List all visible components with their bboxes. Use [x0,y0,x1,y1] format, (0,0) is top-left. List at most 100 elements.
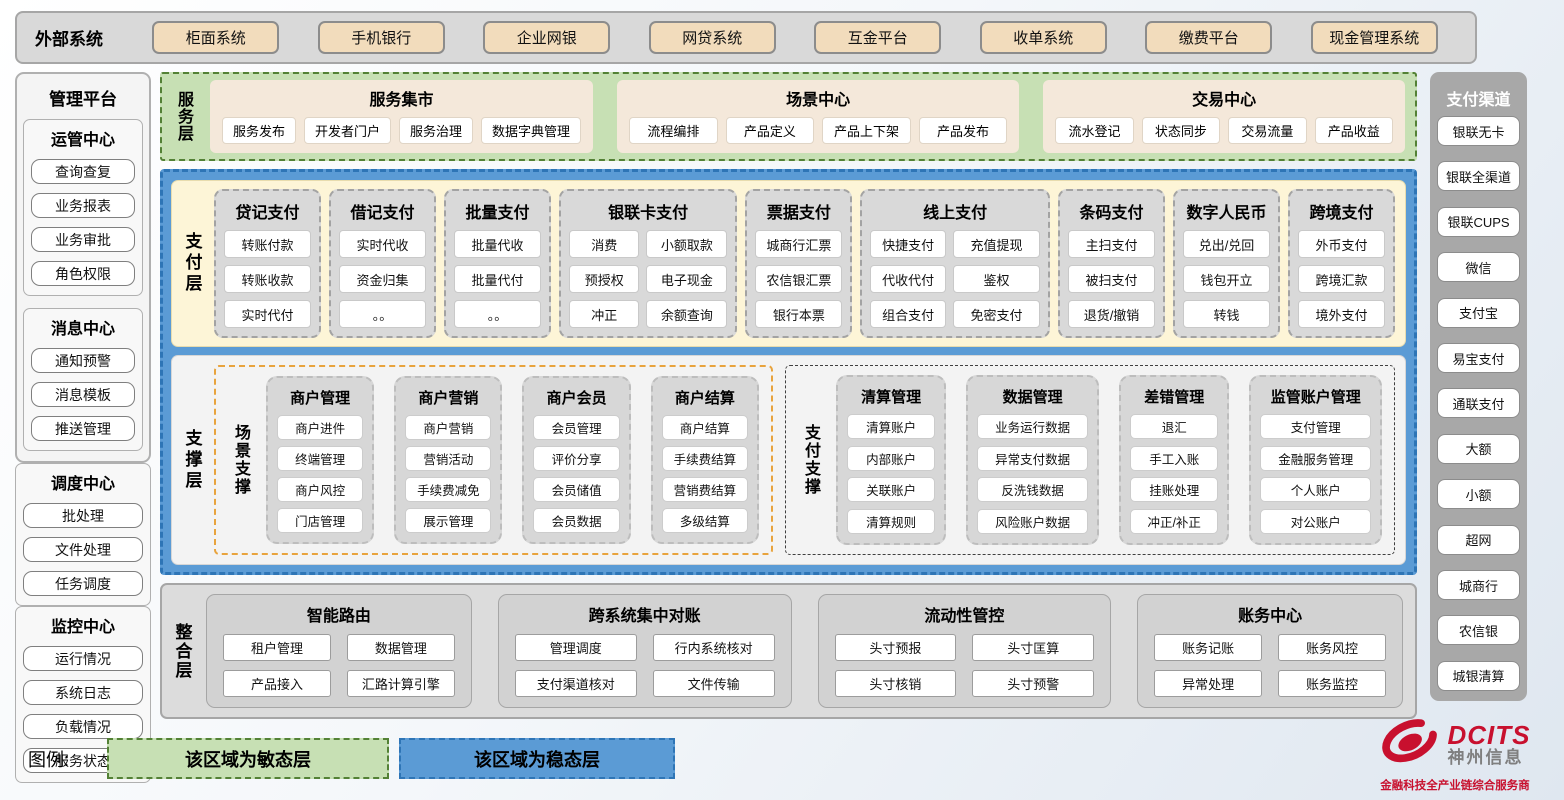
group-title: 场景中心 [629,84,1007,115]
group-accounting-center: 账务中心 账务记账账务风控异常处理账务监控 [1137,594,1403,708]
column-title: 票据支付 [755,197,842,230]
integration-item-box: 租户管理 [223,634,331,661]
integration-layer: 整合层 智能路由 租户管理数据管理产品接入汇路计算引擎 跨系统集中对账 管理调度… [160,583,1417,719]
payment-layer: 支付层 贷记支付 转账付款转账收款实时代付 借记支付 实时代收资金归集。。 批量… [171,180,1406,347]
payment-channels-title: 支付渠道 [1437,82,1520,116]
channel-box: 小额 [1437,479,1520,509]
management-item-box: 角色权限 [31,261,135,286]
support-item-box: 营销费结算 [662,477,748,502]
management-platform-title: 管理平台 [23,82,143,119]
column-items: 消费小额取款预授权电子现金冲正余额查询 [569,230,727,328]
support-item-box: 冲正/补正 [1130,509,1218,534]
service-item-box: 状态同步 [1142,117,1220,144]
payment-item-box: 批量代付 [454,265,541,293]
channel-box: 超网 [1437,525,1520,555]
service-item-box: 产品定义 [726,117,815,144]
column-title: 清算管理 [847,383,935,414]
column-items: 快捷支付充值提现代收代付鉴权组合支付免密支付 [870,230,1040,328]
stable-layer-container: 支付层 贷记支付 转账付款转账收款实时代付 借记支付 实时代收资金归集。。 批量… [160,169,1417,575]
group-items: 头寸预报头寸匡算头寸核销头寸预警 [835,634,1095,697]
column-clearing-management: 清算管理 清算账户内部账户关联账户清算规则 [836,375,946,545]
section-title: 运管中心 [31,126,135,150]
support-item-box: 关联账户 [847,477,935,502]
management-item-box: 通知预警 [31,348,135,373]
column-items: 支付管理金融服务管理个人账户对公账户 [1260,414,1371,534]
external-system-box: 企业网银 [483,21,610,54]
channel-box: 支付宝 [1437,298,1520,328]
support-item-box: 门店管理 [277,508,363,533]
payment-item-box: 资金归集 [339,265,426,293]
column-title: 商户结算 [662,384,748,415]
integration-item-box: 产品接入 [223,670,331,697]
group-title: 跨系统集中对账 [515,599,775,634]
management-item-box: 业务审批 [31,227,135,252]
column-items: 兑出/兑回钱包开立转钱 [1183,230,1270,328]
payment-item-box: 消费 [569,230,639,258]
column-items: 商户结算手续费结算营销费结算多级结算 [662,415,748,533]
column-title: 商户管理 [277,384,363,415]
external-system-box: 柜面系统 [152,21,279,54]
support-item-box: 会员数据 [533,508,619,533]
group-scene-center: 场景中心 流程编排产品定义产品上下架产品发布 [617,80,1019,153]
channel-box: 银联无卡 [1437,116,1520,146]
section-items: 查询查复业务报表业务审批角色权限 [31,159,135,286]
payment-item-box: 充值提现 [953,230,1040,258]
section-title: 消息中心 [31,315,135,339]
dcits-swirl-icon [1380,716,1442,773]
column-title: 线上支付 [870,197,1040,230]
group-smart-routing: 智能路由 租户管理数据管理产品接入汇路计算引擎 [206,594,472,708]
column-items: 清算账户内部账户关联账户清算规则 [847,414,935,534]
column-title: 批量支付 [454,197,541,230]
support-item-box: 手续费结算 [662,446,748,471]
group-items: 流水登记状态同步交易流量产品收益 [1055,115,1393,145]
group-title: 交易中心 [1055,84,1393,115]
support-item-box: 反洗钱数据 [977,477,1088,502]
group-items: 服务发布开发者门户服务治理数据字典管理 [222,115,581,145]
integration-item-box: 数据管理 [347,634,455,661]
column-title: 跨境支付 [1298,197,1385,230]
management-item-box: 业务报表 [31,193,135,218]
payment-item-box: 农信银汇票 [755,265,842,293]
column-title: 借记支付 [339,197,426,230]
column-data-management: 数据管理 业务运行数据异常支付数据反洗钱数据风险账户数据 [966,375,1099,545]
group-liquidity-control: 流动性管控 头寸预报头寸匡算头寸核销头寸预警 [818,594,1112,708]
architecture-diagram: 外部系统 柜面系统手机银行企业网银网贷系统互金平台收单系统缴费平台现金管理系统 … [0,0,1564,800]
group-title: 账务中心 [1154,599,1386,634]
column-items: 实时代收资金归集。。 [339,230,426,328]
external-systems-label: 外部系统 [35,25,103,50]
footer: 图例: 该区域为敏态层 该区域为稳态层 DCITS 神州信息 [0,714,1564,800]
group-items: 管理调度行内系统核对支付渠道核对文件传输 [515,634,775,697]
service-item-box: 流程编排 [629,117,718,144]
support-item-box: 展示管理 [405,508,491,533]
group-title: 流动性管控 [835,599,1095,634]
column-error-management: 差错管理 退汇手工入账挂账处理冲正/补正 [1119,375,1229,545]
integration-layer-label: 整合层 [168,594,196,708]
service-item-box: 产品发布 [919,117,1008,144]
payment-support-label: 支付支撑 [798,375,822,545]
payment-item-box: 转账收款 [224,265,311,293]
column-barcode-payment: 条码支付 主扫支付被扫支付退货/撤销 [1058,189,1165,338]
external-system-box: 手机银行 [318,21,445,54]
payment-item-box: 鉴权 [953,265,1040,293]
logo-tagline: 金融科技全产业链综合服务商 [1380,777,1530,793]
column-crossborder-payment: 跨境支付 外币支付跨境汇款境外支付 [1288,189,1395,338]
external-system-box: 网贷系统 [649,21,776,54]
payment-item-box: 转账付款 [224,230,311,258]
channel-box: 微信 [1437,252,1520,282]
management-item-box: 系统日志 [23,680,143,705]
column-digital-rmb: 数字人民币 兑出/兑回钱包开立转钱 [1173,189,1280,338]
legend: 图例: 该区域为敏态层 该区域为稳态层 [28,738,675,779]
column-title: 差错管理 [1130,383,1218,414]
external-systems-bar: 外部系统 柜面系统手机银行企业网银网贷系统互金平台收单系统缴费平台现金管理系统 [15,11,1477,64]
support-item-box: 风险账户数据 [977,509,1088,534]
channel-box: 城银清算 [1437,661,1520,691]
support-item-box: 清算规则 [847,509,935,534]
support-item-box: 商户进件 [277,415,363,440]
column-title: 商户营销 [405,384,491,415]
payment-item-box: 批量代收 [454,230,541,258]
integration-item-box: 异常处理 [1154,670,1262,697]
legend-stable-layer: 该区域为稳态层 [399,738,675,779]
column-unionpay-card: 银联卡支付 消费小额取款预授权电子现金冲正余额查询 [559,189,737,338]
center-column: 服务层 服务集市 服务发布开发者门户服务治理数据字典管理 场景中心 流程编排产品… [160,72,1417,710]
column-merchant-marketing: 商户营销 商户营销营销活动手续费减免展示管理 [394,376,502,544]
